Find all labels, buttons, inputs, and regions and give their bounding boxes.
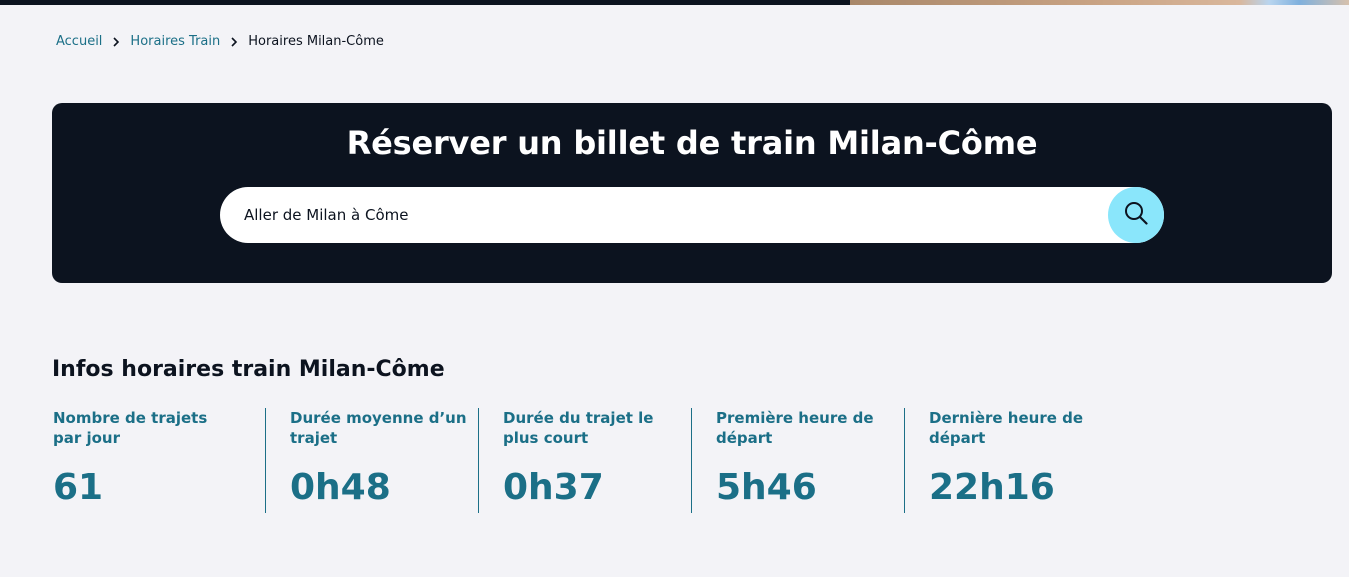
stat-label: Dernière heure de départ xyxy=(929,409,1084,447)
stat-trips-per-day: Nombre de trajets par jour 61 xyxy=(52,408,265,513)
breadcrumb-home-link[interactable]: Accueil xyxy=(56,33,102,51)
stat-label: Nombre de trajets par jour xyxy=(53,409,208,447)
search-input[interactable]: Aller de Milan à Côme xyxy=(244,187,408,243)
stat-label: Première heure de départ xyxy=(716,409,874,447)
stat-average-duration: Durée moyenne d’un trajet 0h48 xyxy=(265,408,478,513)
booking-panel: Réserver un billet de train Milan-Côme A… xyxy=(52,103,1332,283)
search-box[interactable]: Aller de Milan à Côme xyxy=(220,187,1164,243)
stat-value: 0h37 xyxy=(503,467,604,508)
header-photo xyxy=(850,0,1349,5)
breadcrumb: Accueil Horaires Train Horaires Milan-Cô… xyxy=(56,33,384,51)
breadcrumb-current: Horaires Milan-Côme xyxy=(248,34,384,49)
chevron-right-icon xyxy=(230,37,238,47)
stat-last-departure: Dernière heure de départ 22h16 xyxy=(904,408,1117,513)
breadcrumb-parent-link[interactable]: Horaires Train xyxy=(130,33,220,51)
booking-title: Réserver un billet de train Milan-Côme xyxy=(346,124,1038,162)
stat-value: 0h48 xyxy=(290,467,391,508)
chevron-right-icon xyxy=(112,37,120,47)
header-banner xyxy=(0,0,862,5)
stat-label: Durée moyenne d’un trajet xyxy=(290,409,467,447)
stat-value: 61 xyxy=(53,467,104,508)
stat-value: 22h16 xyxy=(929,467,1055,508)
search-button[interactable] xyxy=(1108,187,1164,243)
search-icon xyxy=(1123,200,1149,230)
stat-label: Durée du trajet le plus court xyxy=(503,409,654,447)
stat-first-departure: Première heure de départ 5h46 xyxy=(691,408,904,513)
infos-title: Infos horaires train Milan-Côme xyxy=(52,357,445,382)
stat-shortest-duration: Durée du trajet le plus court 0h37 xyxy=(478,408,691,513)
stat-value: 5h46 xyxy=(716,467,817,508)
stats-row: Nombre de trajets par jour 61 Durée moye… xyxy=(52,408,1117,513)
